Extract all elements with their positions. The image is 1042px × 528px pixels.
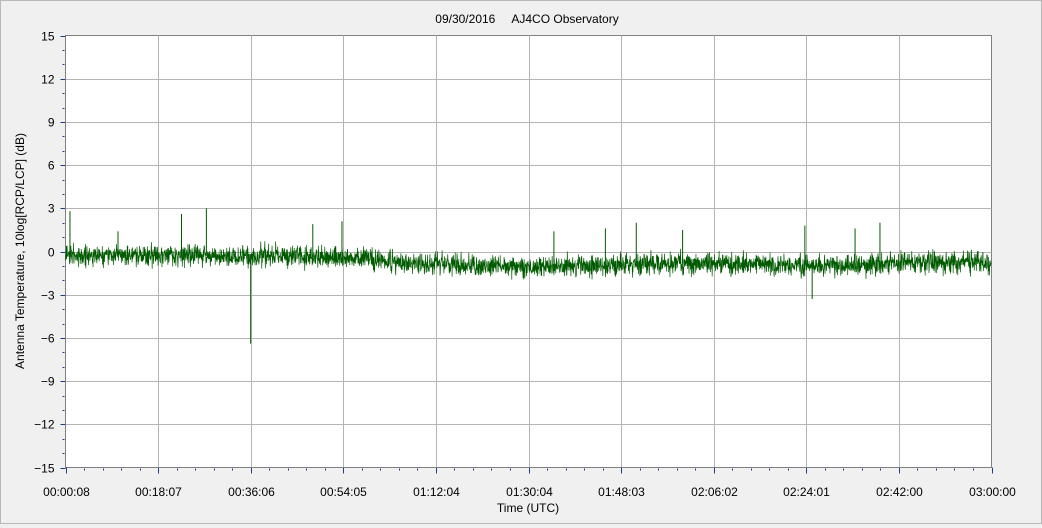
chart-svg: 09/30/2016 AJ4CO Observatory 15 12 9 6 3 0 −3 −… — [13, 12, 1016, 515]
x-tick-label: 02:42:00 — [876, 485, 923, 499]
x-tick-label: 00:36:06 — [228, 485, 275, 499]
y-tick-label: −9 — [41, 375, 55, 389]
chart-panel: 09/30/2016 AJ4CO Observatory 15 12 9 6 3 0 −3 −… — [0, 0, 1042, 524]
y-tick-label: 15 — [41, 30, 55, 44]
x-tick-label: 03:00:00 — [969, 485, 1016, 499]
y-tick-label: −3 — [41, 289, 55, 303]
y-tick-label: 6 — [48, 159, 55, 173]
x-axis-label: Time (UTC) — [497, 501, 559, 515]
x-tick-label: 01:12:04 — [413, 485, 460, 499]
x-tick-label: 01:48:03 — [598, 485, 645, 499]
plot-area — [65, 35, 992, 468]
y-tick-label: 3 — [48, 202, 55, 216]
y-axis-label: Antenna Temperature, 10log[RCP/LCP] (dB) — [13, 133, 27, 369]
x-tick-label: 00:18:07 — [135, 485, 182, 499]
y-tick-label: −6 — [41, 332, 55, 346]
y-tick-label: −12 — [34, 418, 55, 432]
y-tick-label: 12 — [41, 73, 55, 87]
x-tick-label: 00:00:08 — [43, 485, 90, 499]
x-tick-label: 01:30:04 — [506, 485, 553, 499]
y-tick-label: 9 — [48, 116, 55, 130]
y-tick-label: 0 — [48, 246, 55, 260]
x-tick-label: 00:54:05 — [320, 485, 367, 499]
chart-title: 09/30/2016 AJ4CO Observatory — [435, 12, 618, 26]
x-tick-label: 02:24:01 — [783, 485, 830, 499]
x-tick-label: 02:06:02 — [691, 485, 738, 499]
y-tick-label: −15 — [34, 462, 55, 476]
